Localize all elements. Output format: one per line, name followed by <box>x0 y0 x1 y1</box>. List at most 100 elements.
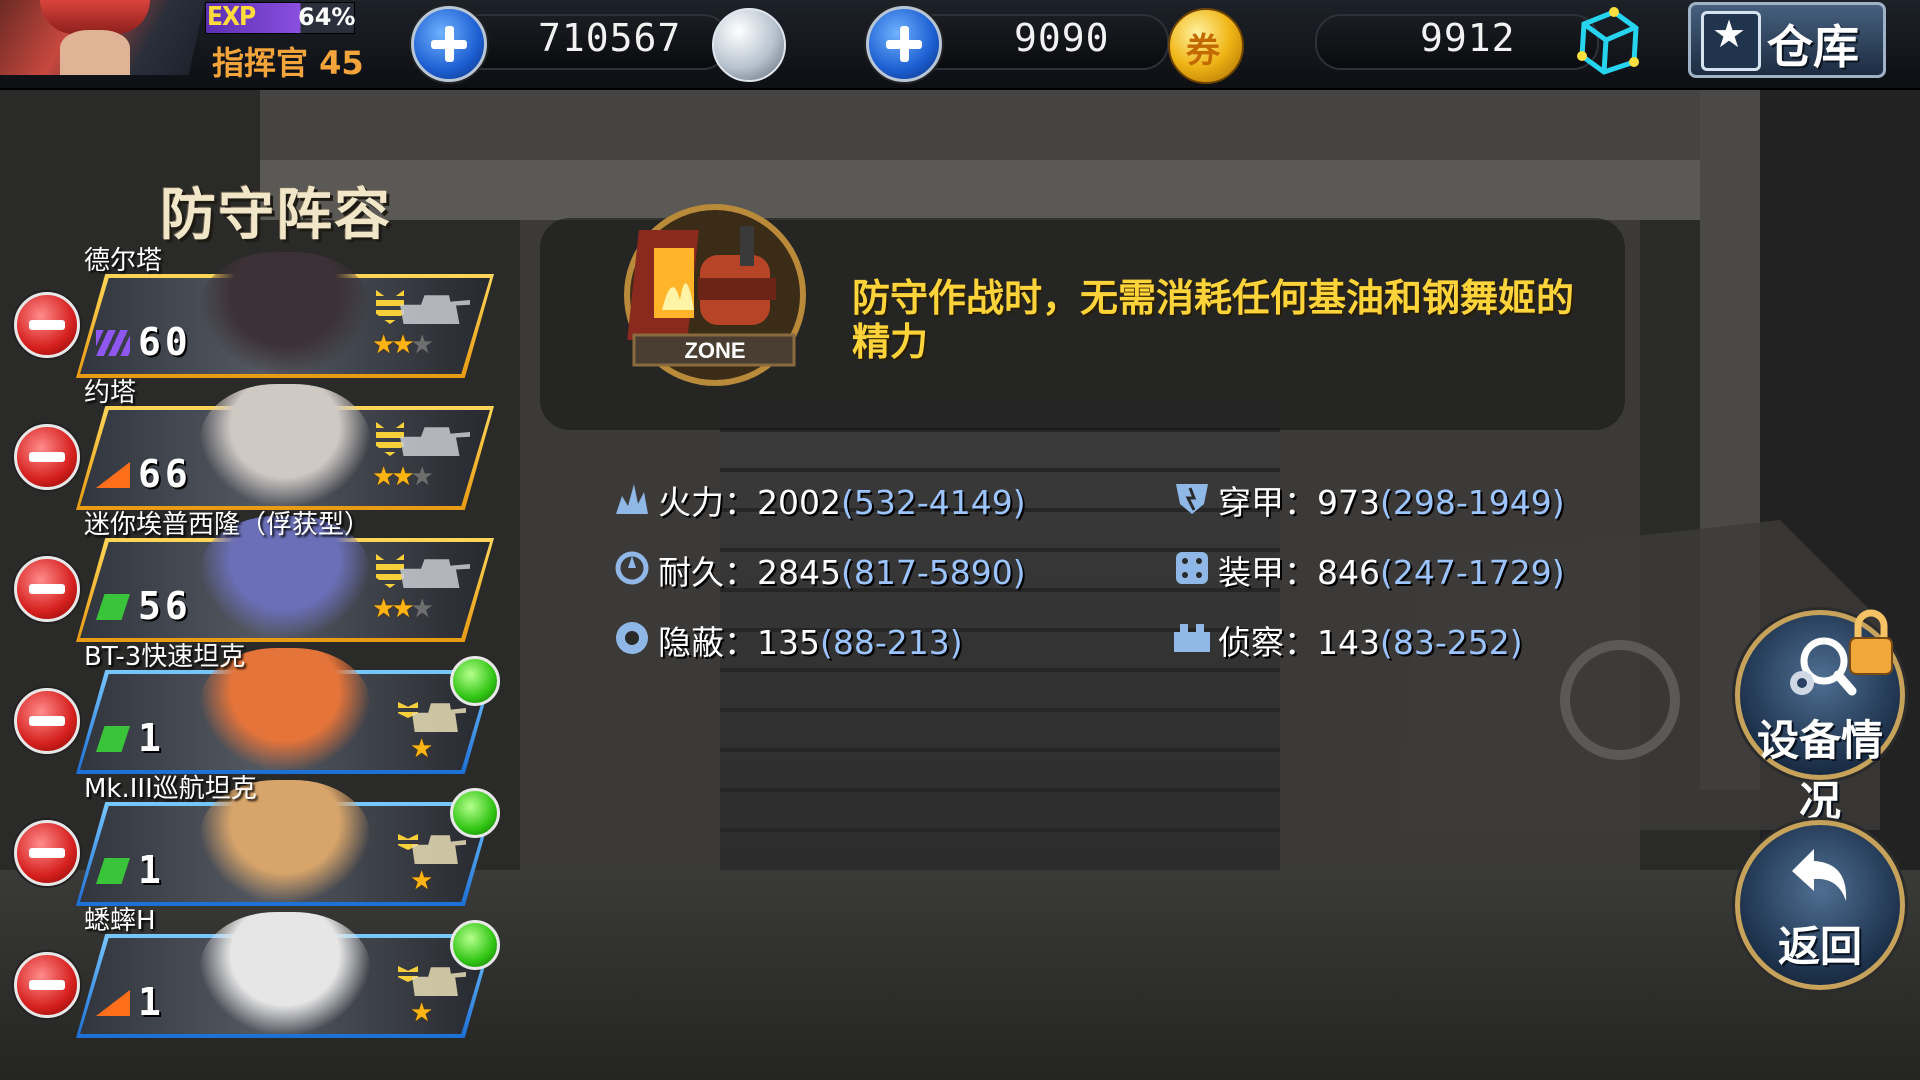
stat-range: (817-5890) <box>840 553 1026 592</box>
firepower-icon <box>616 484 648 514</box>
add-gold-button[interactable] <box>866 6 942 82</box>
star-icon: ★ <box>391 462 414 492</box>
stat-range: (532-4149) <box>840 483 1026 522</box>
back-button[interactable]: 返回 <box>1735 820 1905 990</box>
penetration-icon <box>1176 484 1208 514</box>
stat-value: 2845 <box>757 553 841 592</box>
member-level: 66 <box>138 452 192 496</box>
armor-icon <box>1176 552 1208 584</box>
star-icon: ★ <box>391 330 414 360</box>
lock-icon <box>1849 609 1893 675</box>
stat-value: 973 <box>1317 483 1380 522</box>
remove-member-button[interactable] <box>14 820 80 886</box>
character-portrait <box>200 252 370 374</box>
member-name: BT-3快速坦克 <box>84 642 246 672</box>
star-icon: ★ <box>410 734 433 764</box>
roster-card[interactable]: 1 ★ BT-3快速坦克 <box>76 642 494 774</box>
cube-icon <box>1577 7 1639 75</box>
gold-coin-icon: 券 <box>1168 8 1244 84</box>
star-icon: ★ <box>410 866 433 896</box>
back-arrow-icon <box>1792 849 1847 901</box>
roster-card[interactable]: 1 ★ Mk.III巡航坦克 <box>76 774 494 906</box>
member-level: 1 <box>138 716 165 760</box>
exp-percent: 64% <box>298 3 356 31</box>
member-name: 迷你埃普西隆（俘获型） <box>84 510 371 540</box>
member-name: 约塔 <box>84 378 137 408</box>
member-level: 56 <box>138 584 192 628</box>
stat-label: 装甲： <box>1218 553 1317 592</box>
purple-triple-icon <box>96 330 130 356</box>
star-rating: ★★★ <box>372 594 434 624</box>
new-indicator-dot <box>450 656 500 706</box>
stat-range: (83-252) <box>1380 623 1523 662</box>
new-indicator-dot <box>450 920 500 970</box>
new-indicator-dot <box>450 788 500 838</box>
gold-amount: 9090 <box>1014 16 1110 60</box>
exp-label: EXP <box>207 2 256 32</box>
character-portrait <box>200 912 370 1034</box>
defense-lineup-title: 防守阵容 <box>160 183 392 248</box>
member-level: 1 <box>138 980 165 1024</box>
star-rating: ★ <box>410 866 433 896</box>
stat-label: 隐蔽： <box>658 623 757 662</box>
stat-label: 侦察： <box>1218 623 1317 662</box>
zone-badge-label: ZONE <box>684 338 745 363</box>
roster-card[interactable]: 56 ★★★ 迷你埃普西隆（俘获型） <box>76 510 494 642</box>
zone-badge-icon: ZONE <box>624 204 806 386</box>
commander-avatar[interactable] <box>0 0 205 75</box>
star-rating: ★ <box>410 998 433 1028</box>
star-box-icon <box>1701 11 1761 71</box>
star-icon: ★ <box>372 594 395 624</box>
stat-row: 侦察：143(83-252) <box>1218 616 1523 664</box>
warehouse-label: 仓库 <box>1767 20 1859 74</box>
stat-row: 隐蔽：135(88-213) <box>658 616 963 664</box>
stat-label: 火力： <box>658 483 757 522</box>
stat-label: 耐久： <box>658 553 757 592</box>
remove-member-button[interactable] <box>14 292 80 358</box>
add-silver-button[interactable] <box>411 6 487 82</box>
back-label: 返回 <box>1777 922 1862 971</box>
stat-row: 火力：2002(532-4149) <box>658 476 1026 524</box>
member-level: 1 <box>138 848 165 892</box>
star-rating: ★ <box>410 734 433 764</box>
silver-coin-icon <box>712 8 786 82</box>
durability-icon <box>615 551 649 585</box>
star-rating: ★★★ <box>372 462 434 492</box>
gold-coin-glyph: 券 <box>1186 31 1220 71</box>
stat-label: 穿甲： <box>1218 483 1317 522</box>
star-rating: ★★★ <box>372 330 434 360</box>
silver-amount: 710567 <box>538 16 682 60</box>
stat-value: 135 <box>757 623 820 662</box>
remove-member-button[interactable] <box>14 952 80 1018</box>
star-icon: ★ <box>410 330 434 360</box>
star-icon: ★ <box>372 330 395 360</box>
star-icon: ★ <box>410 462 434 492</box>
member-level: 60 <box>138 320 192 364</box>
remove-member-button[interactable] <box>14 556 80 622</box>
member-name: 蟋蟀H <box>84 906 156 936</box>
zone-description: 防守作战时，无需消耗任何基油和钢舞姬的精力 <box>852 276 1575 364</box>
stat-row: 装甲：846(247-1729) <box>1218 546 1565 594</box>
equipment-status-label: 设备情况 <box>1756 716 1883 826</box>
character-portrait <box>200 384 370 506</box>
stat-row: 耐久：2845(817-5890) <box>658 546 1026 594</box>
stat-value: 846 <box>1317 553 1380 592</box>
star-icon: ★ <box>410 998 433 1028</box>
stat-row: 穿甲：973(298-1949) <box>1218 476 1565 524</box>
star-icon: ★ <box>391 594 414 624</box>
roster-card[interactable]: 60 ★★★ 德尔塔 <box>76 246 494 378</box>
stat-range: (88-213) <box>820 623 963 662</box>
stat-range: (298-1949) <box>1380 483 1565 522</box>
cube-amount: 9912 <box>1420 16 1516 60</box>
warehouse-button[interactable]: 仓库 <box>1688 2 1886 78</box>
star-icon: ★ <box>372 462 395 492</box>
remove-member-button[interactable] <box>14 688 80 754</box>
remove-member-button[interactable] <box>14 424 80 490</box>
stealth-icon <box>616 622 648 654</box>
member-name: 德尔塔 <box>84 246 163 276</box>
stat-value: 2002 <box>757 483 841 522</box>
roster-card[interactable]: 66 ★★★ 约塔 <box>76 378 494 510</box>
roster-card[interactable]: 1 ★ 蟋蟀H <box>76 906 494 1038</box>
stat-range: (247-1729) <box>1380 553 1565 592</box>
member-name: Mk.III巡航坦克 <box>84 774 257 804</box>
